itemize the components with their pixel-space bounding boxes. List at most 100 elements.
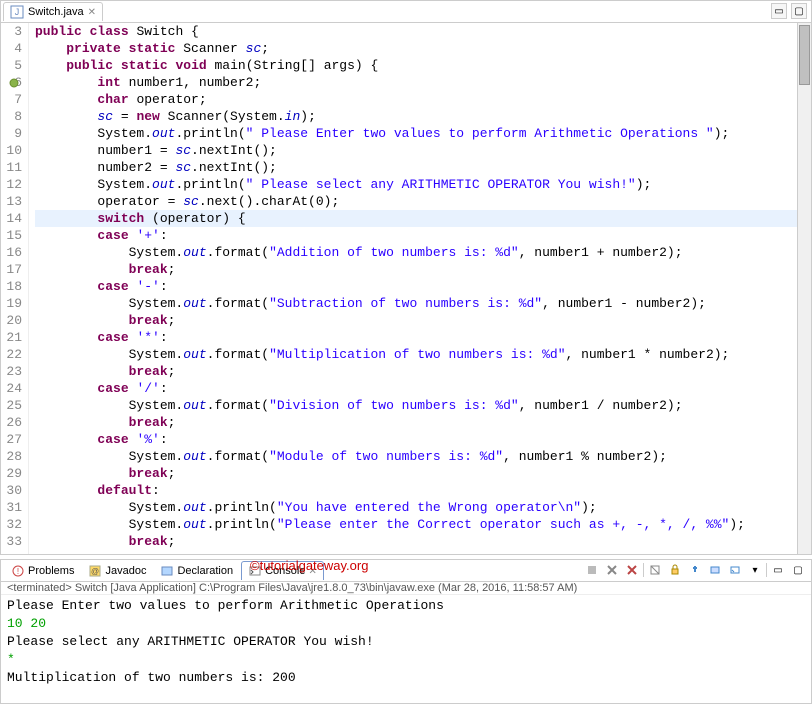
maximize-icon[interactable]: ▢ — [789, 561, 807, 579]
editor-toolbar-buttons: ▭ ▢ — [771, 3, 807, 19]
line-number: 9 — [1, 125, 22, 142]
code-line[interactable]: System.out.println("You have entered the… — [35, 499, 811, 516]
code-line[interactable]: System.out.format("Addition of two numbe… — [35, 244, 811, 261]
display-selected-icon[interactable] — [706, 561, 724, 579]
console-line: Please select any ARITHMETIC OPERATOR Yo… — [7, 633, 805, 651]
maximize-icon[interactable]: ▢ — [791, 3, 807, 19]
line-number: 8 — [1, 108, 22, 125]
pin-console-icon[interactable] — [686, 561, 704, 579]
code-line[interactable]: private static Scanner sc; — [35, 40, 811, 57]
code-line[interactable]: break; — [35, 261, 811, 278]
code-line[interactable]: System.out.format("Subtraction of two nu… — [35, 295, 811, 312]
code-line[interactable]: char operator; — [35, 91, 811, 108]
code-editor[interactable]: 3456789101112131415161718192021222324252… — [1, 23, 811, 554]
code-line[interactable]: case '%': — [35, 431, 811, 448]
minimize-icon[interactable]: ▭ — [769, 561, 787, 579]
line-number: 28 — [1, 448, 22, 465]
line-number: 5 — [1, 57, 22, 74]
clear-console-icon[interactable] — [646, 561, 664, 579]
code-line[interactable]: System.out.println("Please enter the Cor… — [35, 516, 811, 533]
line-number: 16 — [1, 244, 22, 261]
scroll-lock-icon[interactable] — [666, 561, 684, 579]
code-line[interactable]: break; — [35, 465, 811, 482]
code-line[interactable]: System.out.println(" Please select any A… — [35, 176, 811, 193]
editor-tab-switch-java[interactable]: J Switch.java ✕ — [3, 2, 103, 21]
editor-tab-bar: J Switch.java ✕ ▭ ▢ — [1, 1, 811, 23]
code-line[interactable]: number2 = sc.nextInt(); — [35, 159, 811, 176]
console-output[interactable]: Please Enter two values to perform Arith… — [1, 595, 811, 703]
code-line[interactable]: break; — [35, 414, 811, 431]
java-file-icon: J — [10, 5, 24, 19]
code-line[interactable]: System.out.println(" Please Enter two va… — [35, 125, 811, 142]
remove-launch-icon[interactable] — [603, 561, 621, 579]
vertical-scrollbar[interactable] — [797, 23, 811, 554]
close-icon[interactable]: ✕ — [88, 7, 96, 18]
remove-all-icon[interactable] — [623, 561, 641, 579]
code-content[interactable]: public class Switch { private static Sca… — [29, 23, 811, 554]
tab-javadoc[interactable]: @ Javadoc — [82, 562, 152, 580]
console-line: 10 20 — [7, 615, 805, 633]
line-number: 17 — [1, 261, 22, 278]
code-line[interactable]: case '*': — [35, 329, 811, 346]
watermark-text: ©tutorialgateway.org — [250, 558, 368, 573]
code-line[interactable]: break; — [35, 363, 811, 380]
declaration-icon — [160, 564, 174, 578]
line-number: 15 — [1, 227, 22, 244]
code-line[interactable]: default: — [35, 482, 811, 499]
line-number: 30 — [1, 482, 22, 499]
tab-label: Javadoc — [105, 565, 146, 577]
line-number: 7 — [1, 91, 22, 108]
line-number: 22 — [1, 346, 22, 363]
code-line[interactable]: case '-': — [35, 278, 811, 295]
line-number: 24 — [1, 380, 22, 397]
console-line: Multiplication of two numbers is: 200 — [7, 669, 805, 687]
terminate-icon[interactable] — [583, 561, 601, 579]
code-line[interactable]: number1 = sc.nextInt(); — [35, 142, 811, 159]
line-number-gutter: 3456789101112131415161718192021222324252… — [1, 23, 29, 554]
bottom-panel: ! Problems @ Javadoc Declaration Console… — [0, 559, 812, 704]
code-line[interactable]: public class Switch { — [35, 23, 811, 40]
line-number: 23 — [1, 363, 22, 380]
svg-text:J: J — [15, 7, 20, 17]
svg-text:@: @ — [91, 567, 99, 576]
line-number: 14 — [1, 210, 22, 227]
code-line[interactable]: System.out.format("Module of two numbers… — [35, 448, 811, 465]
code-line[interactable]: switch (operator) { — [35, 210, 811, 227]
tab-label: Switch.java — [28, 6, 84, 18]
code-line[interactable]: case '/': — [35, 380, 811, 397]
line-number: 26 — [1, 414, 22, 431]
problems-icon: ! — [11, 564, 25, 578]
line-number: 18 — [1, 278, 22, 295]
code-line[interactable]: int number1, number2; — [35, 74, 811, 91]
terminated-label: <terminated> Switch [Java Application] C… — [1, 582, 811, 595]
tab-declaration[interactable]: Declaration — [154, 562, 239, 580]
tab-problems[interactable]: ! Problems — [5, 562, 80, 580]
tab-label: Problems — [28, 565, 74, 577]
separator — [766, 563, 767, 577]
line-number: 19 — [1, 295, 22, 312]
minimize-icon[interactable]: ▭ — [771, 3, 787, 19]
line-number: 29 — [1, 465, 22, 482]
line-number: 3 — [1, 23, 22, 40]
line-number: 27 — [1, 431, 22, 448]
dropdown-icon[interactable]: ▾ — [746, 561, 764, 579]
line-number: 11 — [1, 159, 22, 176]
scrollbar-thumb[interactable] — [799, 25, 810, 85]
code-line[interactable]: sc = new Scanner(System.in); — [35, 108, 811, 125]
tab-label: Declaration — [177, 565, 233, 577]
code-line[interactable]: case '+': — [35, 227, 811, 244]
code-line[interactable]: System.out.format("Division of two numbe… — [35, 397, 811, 414]
code-line[interactable]: public static void main(String[] args) { — [35, 57, 811, 74]
code-line[interactable]: System.out.format("Multiplication of two… — [35, 346, 811, 363]
code-line[interactable]: break; — [35, 533, 811, 550]
fold-marker-icon[interactable] — [9, 76, 19, 86]
line-number: 21 — [1, 329, 22, 346]
line-number: 33 — [1, 533, 22, 550]
line-number: 31 — [1, 499, 22, 516]
open-console-icon[interactable] — [726, 561, 744, 579]
editor-pane: J Switch.java ✕ ▭ ▢ 34567891011121314151… — [0, 0, 812, 555]
svg-text:!: ! — [17, 567, 19, 576]
console-toolbar: ▾ ▭ ▢ — [583, 561, 807, 579]
code-line[interactable]: operator = sc.next().charAt(0); — [35, 193, 811, 210]
code-line[interactable]: break; — [35, 312, 811, 329]
